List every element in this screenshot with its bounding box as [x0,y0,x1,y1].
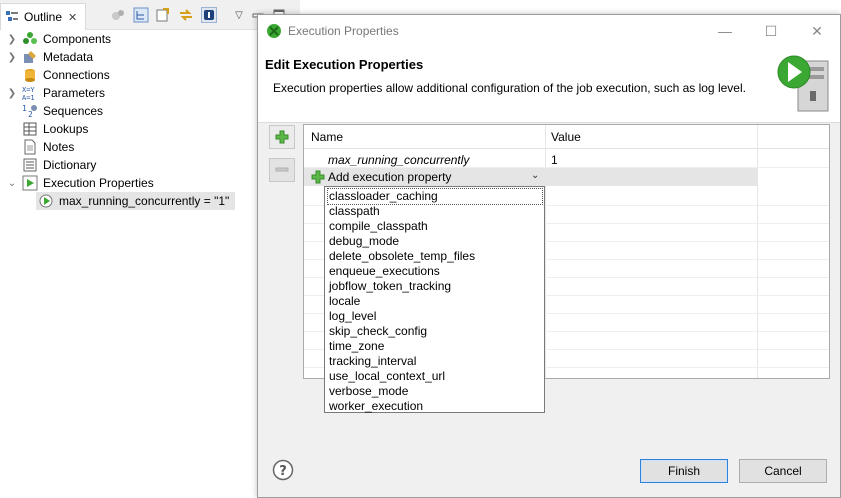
minimize-window-button[interactable]: — [702,15,748,47]
tree-item-notes[interactable]: Notes [0,138,300,156]
property-name-cell[interactable]: max_running_concurrently [328,153,469,167]
chevron-down-icon[interactable]: ⌄ [7,178,17,189]
sequences-icon: 12 [22,103,38,119]
dropdown-option[interactable]: log_level [328,309,542,324]
dialog-titlebar[interactable]: Execution Properties — ☐ ✕ [258,15,840,47]
tree-item-label: Execution Properties [43,176,154,190]
app-icon [266,23,282,39]
metadata-icon [22,49,38,65]
dialog-heading: Edit Execution Properties [265,57,424,72]
svg-text:1: 1 [22,104,27,113]
info-icon[interactable] [201,7,217,23]
maximize-window-button[interactable]: ☐ [748,15,794,47]
plus-icon [311,170,325,184]
remove-property-button[interactable] [269,158,295,182]
dropdown-option[interactable]: locale [328,294,542,309]
outline-icon [5,10,19,24]
chevron-down-icon[interactable]: ⌄ [531,170,539,181]
dictionary-icon [22,157,38,173]
dialog-description: Execution properties allow additional co… [273,81,746,95]
dropdown-option[interactable]: skip_check_config [328,324,542,339]
tree-item-metadata[interactable]: ❯ Metadata [0,48,300,66]
tree-item-max-running-concurrently[interactable]: max_running_concurrently = "1" [0,192,300,210]
tree-item-label: Lookups [43,122,89,136]
lookups-icon [22,121,38,137]
execution-server-icon [776,51,832,115]
column-header-value[interactable]: Value [551,130,581,144]
plus-icon [275,130,289,144]
close-icon[interactable]: ✕ [68,11,77,24]
tree-item-parameters[interactable]: ❯ X=Y A=1 Parameters [0,84,300,102]
outline-panel: Outline ✕ ▽ ❯ Components ❯ Metadata Conn… [0,0,300,498]
help-icon: ? [272,459,294,481]
dialog-window-title: Execution Properties [288,24,399,38]
dropdown-option[interactable]: worker_execution [328,399,542,414]
tree-item-execution-properties[interactable]: ⌄ Execution Properties [0,174,300,192]
dropdown-option[interactable]: classloader_caching [327,188,543,205]
view-menu-icon[interactable]: ▽ [231,7,247,23]
add-property-row: Add execution property ⌄ [304,168,757,186]
svg-text:2: 2 [28,110,33,119]
tree-item-label: Dictionary [43,158,97,172]
property-icon [38,193,54,209]
help-button[interactable]: ? [272,459,294,481]
execution-properties-icon [22,175,38,191]
tree-item-lookups[interactable]: Lookups [0,120,300,138]
outline-tab-label: Outline [24,10,63,24]
finish-button[interactable]: Finish [640,459,728,483]
tree-item-label: Parameters [43,86,106,100]
parameters-icon: X=Y A=1 [22,85,38,101]
svg-text:A=1: A=1 [22,94,35,101]
tree-item-label: max_running_concurrently = "1" [59,194,230,208]
svg-text:X=Y: X=Y [22,86,35,94]
tree-item-components[interactable]: ❯ Components [0,30,300,48]
dropdown-option[interactable]: tracking_interval [328,354,542,369]
outline-tab-bar: Outline ✕ ▽ [0,0,300,30]
tree-item-label: Components [43,32,112,46]
expand-icon[interactable] [155,7,171,23]
filter-icon[interactable] [110,7,126,23]
close-window-button[interactable]: ✕ [794,15,840,47]
add-property-combo[interactable]: Add execution property ⌄ [306,168,546,186]
property-value-cell[interactable]: 1 [551,153,558,167]
dropdown-option[interactable]: jobflow_token_tracking [328,279,542,294]
tree-item-label: Sequences [43,104,104,118]
column-divider [545,125,546,378]
dropdown-option[interactable]: debug_mode [328,234,542,249]
dropdown-option[interactable]: time_zone [328,339,542,354]
tree-item-sequences[interactable]: 12 Sequences [0,102,300,120]
chevron-right-icon[interactable]: ❯ [7,34,17,45]
property-dropdown-list: classloader_caching classpath compile_cl… [324,186,545,413]
chevron-right-icon[interactable]: ❯ [7,52,17,63]
notes-icon [22,139,38,155]
column-header-name[interactable]: Name [311,130,343,144]
add-property-button[interactable] [269,125,295,149]
dropdown-option[interactable]: enqueue_executions [328,264,542,279]
dropdown-option[interactable]: classpath [328,204,542,219]
table-header: Name Value [304,125,829,149]
tree-item-label: Connections [43,68,110,82]
dropdown-option[interactable]: delete_obsolete_temp_files [328,249,542,264]
hierarchy-icon[interactable] [133,7,149,23]
execution-properties-dialog: Execution Properties — ☐ ✕ Edit Executio… [257,14,841,498]
chevron-right-icon[interactable]: ❯ [7,88,17,99]
cancel-button[interactable]: Cancel [739,459,827,483]
dropdown-option[interactable]: verbose_mode [328,384,542,399]
tree-item-dictionary[interactable]: Dictionary [0,156,300,174]
tree-item-connections[interactable]: Connections [0,66,300,84]
dropdown-option[interactable]: compile_classpath [328,219,542,234]
link-icon[interactable] [178,7,194,23]
dialog-header: Edit Execution Properties Execution prop… [258,47,840,123]
components-icon [22,31,38,47]
connections-icon [22,67,38,83]
column-divider [757,125,758,378]
minus-icon [275,167,289,172]
add-property-label: Add execution property [328,170,452,184]
tree-item-label: Metadata [43,50,94,64]
tree-item-label: Notes [43,140,75,154]
outline-tab[interactable]: Outline ✕ [0,3,86,30]
svg-text:?: ? [279,464,287,479]
dropdown-option[interactable]: use_local_context_url [328,369,542,384]
